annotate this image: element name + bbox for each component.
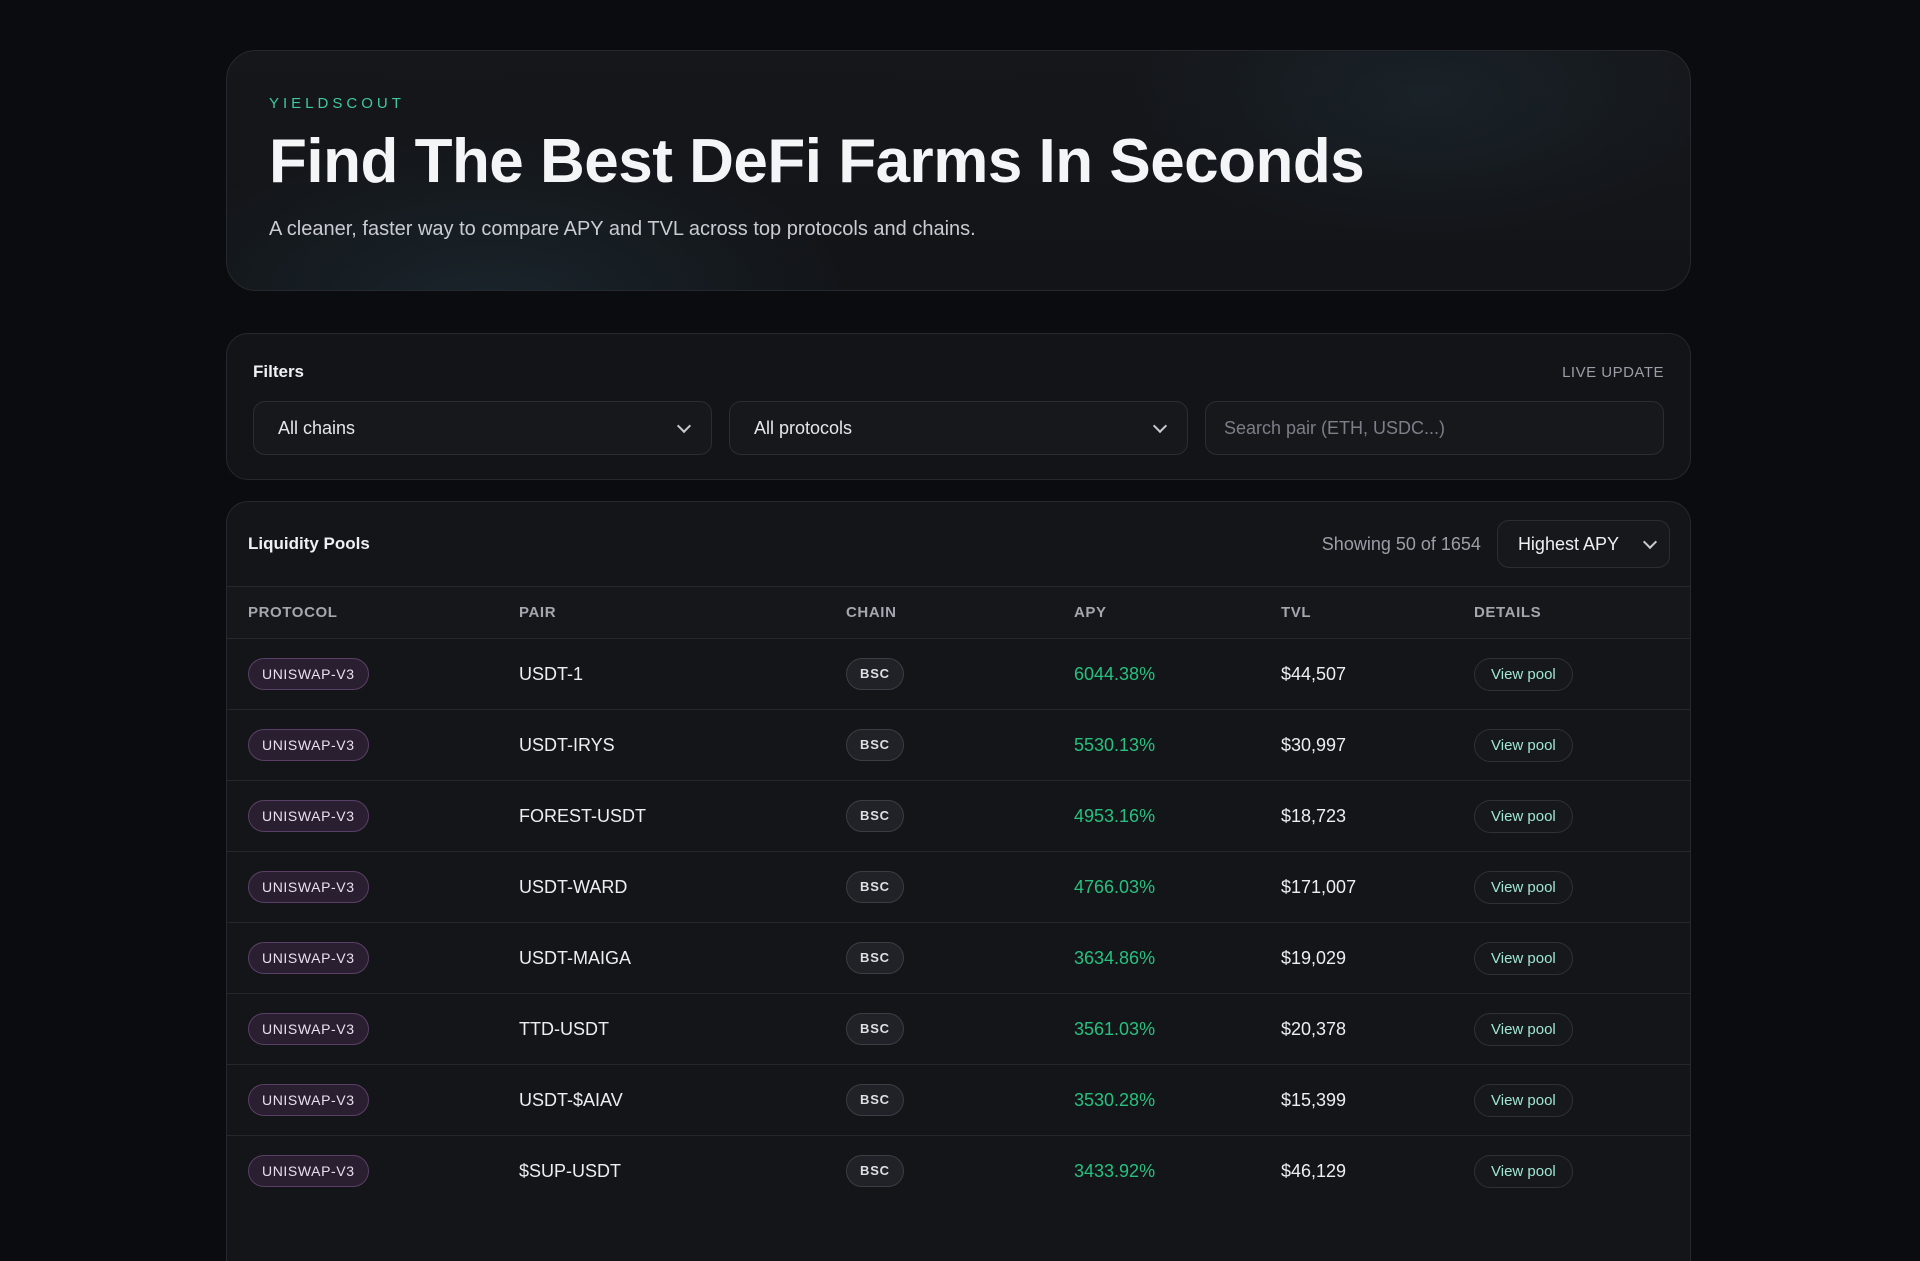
table-header: PROTOCOL PAIR CHAIN APY TVL DETAILS (227, 587, 1690, 638)
protocol-badge: UNISWAP-V3 (248, 1155, 369, 1187)
chain-badge: BSC (846, 729, 904, 761)
apy-value: 3433.92% (1074, 1160, 1156, 1181)
view-pool-button[interactable]: View pool (1474, 941, 1573, 975)
chain-badge: BSC (846, 942, 904, 974)
pair-name: FOREST-USDT (519, 805, 647, 826)
pools-header: Liquidity Pools Showing 50 of 1654 Highe… (227, 502, 1690, 587)
table-row: UNISWAP-V3 USDT-$AIAV BSC 3530.28% $15,3… (227, 1064, 1690, 1135)
pair-name: USDT-$AIAV (519, 1089, 623, 1110)
table-row: UNISWAP-V3 USDT-WARD BSC 4766.03% $171,0… (227, 851, 1690, 922)
sort-select-value: Highest APY (1517, 533, 1619, 554)
hero-banner: YIELDSCOUT Find The Best DeFi Farms In S… (226, 50, 1691, 291)
tvl-value: $46,129 (1281, 1160, 1347, 1181)
pair-name: $SUP-USDT (519, 1160, 622, 1181)
table-row: UNISWAP-V3 USDT-IRYS BSC 5530.13% $30,99… (227, 709, 1690, 780)
table-row: UNISWAP-V3 $SUP-USDT BSC 3433.92% $46,12… (227, 1135, 1690, 1206)
protocol-badge: UNISWAP-V3 (248, 729, 369, 761)
apy-value: 3561.03% (1074, 1018, 1156, 1039)
table-row: UNISWAP-V3 FOREST-USDT BSC 4953.16% $18,… (227, 780, 1690, 851)
column-header-tvl[interactable]: TVL (1281, 604, 1474, 621)
column-header-chain[interactable]: CHAIN (846, 604, 1074, 621)
view-pool-button[interactable]: View pool (1474, 657, 1573, 691)
view-pool-button[interactable]: View pool (1474, 1083, 1573, 1117)
view-pool-button[interactable]: View pool (1474, 728, 1573, 762)
tvl-value: $15,399 (1281, 1089, 1347, 1110)
protocol-select-value: All protocols (754, 417, 853, 438)
page-container: YIELDSCOUT Find The Best DeFi Farms In S… (226, 50, 1691, 1261)
chain-badge: BSC (846, 1013, 904, 1045)
protocol-select[interactable]: All protocols (729, 401, 1188, 455)
pools-title: Liquidity Pools (248, 534, 370, 553)
protocol-badge: UNISWAP-V3 (248, 1084, 369, 1116)
apy-value: 4766.03% (1074, 876, 1156, 897)
chain-badge: BSC (846, 1155, 904, 1187)
chain-select[interactable]: All chains (253, 401, 712, 455)
live-update-label: LIVE UPDATE (1562, 363, 1664, 381)
table-row: UNISWAP-V3 TTD-USDT BSC 3561.03% $20,378… (227, 993, 1690, 1064)
chain-badge: BSC (846, 1084, 904, 1116)
brand-name: YIELDSCOUT (269, 95, 405, 112)
sort-select[interactable]: Highest APY (1496, 520, 1670, 568)
column-header-protocol[interactable]: PROTOCOL (248, 604, 519, 621)
protocol-badge: UNISWAP-V3 (248, 1013, 369, 1045)
apy-value: 6044.38% (1074, 663, 1156, 684)
page-title: Find The Best DeFi Farms In Seconds (269, 127, 1365, 196)
page-subtitle: A cleaner, faster way to compare APY and… (269, 218, 976, 241)
column-header-apy[interactable]: APY (1074, 604, 1281, 621)
filters-panel: Filters LIVE UPDATE All chains All proto… (226, 333, 1691, 480)
search-placeholder: Search pair (ETH, USDC...) (1224, 417, 1446, 438)
view-pool-button[interactable]: View pool (1474, 870, 1573, 904)
results-count: Showing 50 of 1654 (1321, 533, 1481, 554)
pair-name: USDT-1 (519, 663, 584, 684)
chain-badge: BSC (846, 800, 904, 832)
chevron-down-icon (1152, 418, 1168, 433)
protocol-badge: UNISWAP-V3 (248, 942, 369, 974)
tvl-value: $44,507 (1281, 663, 1347, 684)
view-pool-button[interactable]: View pool (1474, 1012, 1573, 1046)
tvl-value: $19,029 (1281, 947, 1347, 968)
filters-title: Filters (253, 362, 305, 381)
pair-name: TTD-USDT (519, 1018, 609, 1039)
pair-name: USDT-WARD (519, 876, 628, 897)
table-row: UNISWAP-V3 USDT-1 BSC 6044.38% $44,507 V… (227, 638, 1690, 709)
protocol-badge: UNISWAP-V3 (248, 800, 369, 832)
protocol-badge: UNISWAP-V3 (248, 658, 369, 690)
chevron-down-icon (1642, 534, 1658, 549)
tvl-value: $30,997 (1281, 734, 1347, 755)
filter-controls: All chains All protocols Search pair (ET… (253, 401, 1664, 455)
chain-badge: BSC (846, 658, 904, 690)
apy-value: 3530.28% (1074, 1089, 1156, 1110)
view-pool-button[interactable]: View pool (1474, 1154, 1573, 1188)
tvl-value: $20,378 (1281, 1018, 1347, 1039)
tvl-value: $18,723 (1281, 805, 1347, 826)
chevron-down-icon (676, 418, 692, 433)
pair-name: USDT-IRYS (519, 734, 615, 755)
chain-select-value: All chains (278, 417, 356, 438)
filters-header: Filters LIVE UPDATE (253, 362, 1664, 382)
view-pool-button[interactable]: View pool (1474, 799, 1573, 833)
search-input[interactable]: Search pair (ETH, USDC...) (1205, 401, 1664, 455)
tvl-value: $171,007 (1281, 876, 1357, 897)
apy-value: 3634.86% (1074, 947, 1156, 968)
column-header-details: DETAILS (1474, 604, 1542, 621)
pools-panel: Liquidity Pools Showing 50 of 1654 Highe… (226, 501, 1691, 1261)
table-row: UNISWAP-V3 USDT-MAIGA BSC 3634.86% $19,0… (227, 922, 1690, 993)
protocol-badge: UNISWAP-V3 (248, 871, 369, 903)
apy-value: 5530.13% (1074, 734, 1156, 755)
pools-header-controls: Showing 50 of 1654 Highest APY (1322, 520, 1670, 568)
column-header-pair[interactable]: PAIR (519, 604, 846, 621)
pair-name: USDT-MAIGA (519, 947, 632, 968)
chain-badge: BSC (846, 871, 904, 903)
apy-value: 4953.16% (1074, 805, 1156, 826)
